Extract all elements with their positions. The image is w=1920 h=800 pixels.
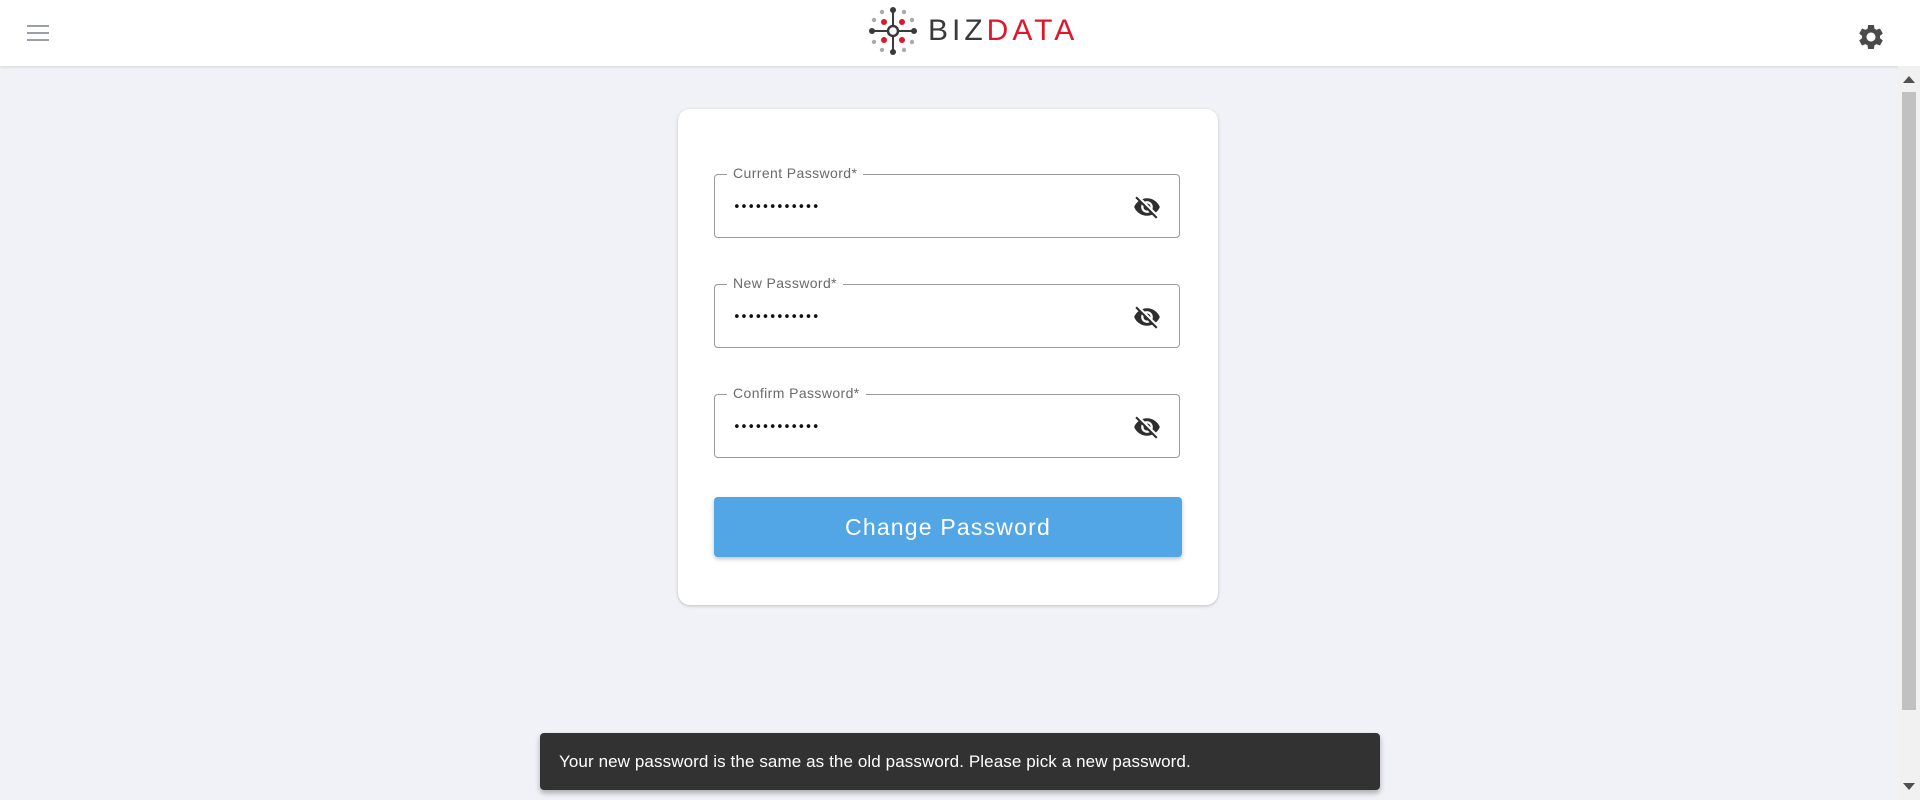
new-password-field: New Password* <box>714 275 1180 348</box>
scrollbar-thumb[interactable] <box>1902 92 1916 710</box>
snackbar-message: Your new password is the same as the old… <box>559 751 1191 771</box>
new-password-input[interactable] <box>733 303 1113 331</box>
top-app-bar: BIZDATA <box>0 0 1920 66</box>
gear-icon[interactable] <box>1856 22 1886 52</box>
scroll-up-arrow-icon[interactable] <box>1903 76 1915 83</box>
scroll-down-arrow-icon[interactable] <box>1903 783 1915 790</box>
bizdata-logo: BIZDATA <box>866 4 1078 58</box>
confirm-password-input[interactable] <box>733 413 1113 441</box>
change-password-button[interactable]: Change Password <box>714 497 1182 557</box>
change-password-card: Current Password* New Password* Confirm … <box>678 109 1218 605</box>
logo-wordmark: BIZDATA <box>928 14 1078 48</box>
current-password-input[interactable] <box>733 193 1113 221</box>
confirm-password-label: Confirm Password* <box>727 385 866 401</box>
logo-word-data: DATA <box>986 14 1079 47</box>
new-password-label: New Password* <box>727 275 844 291</box>
confirm-password-field: Confirm Password* <box>714 385 1180 458</box>
logo-network-icon <box>869 7 917 55</box>
eye-off-icon[interactable] <box>1133 303 1161 331</box>
eye-off-icon[interactable] <box>1133 193 1161 221</box>
error-snackbar: Your new password is the same as the old… <box>540 733 1380 790</box>
current-password-label: Current Password* <box>727 165 864 181</box>
current-password-field: Current Password* <box>714 165 1180 238</box>
logo-word-biz: BIZ <box>928 14 987 47</box>
page-scrollbar[interactable] <box>1898 66 1920 800</box>
eye-off-icon[interactable] <box>1133 413 1161 441</box>
hamburger-menu-icon[interactable] <box>22 18 54 48</box>
